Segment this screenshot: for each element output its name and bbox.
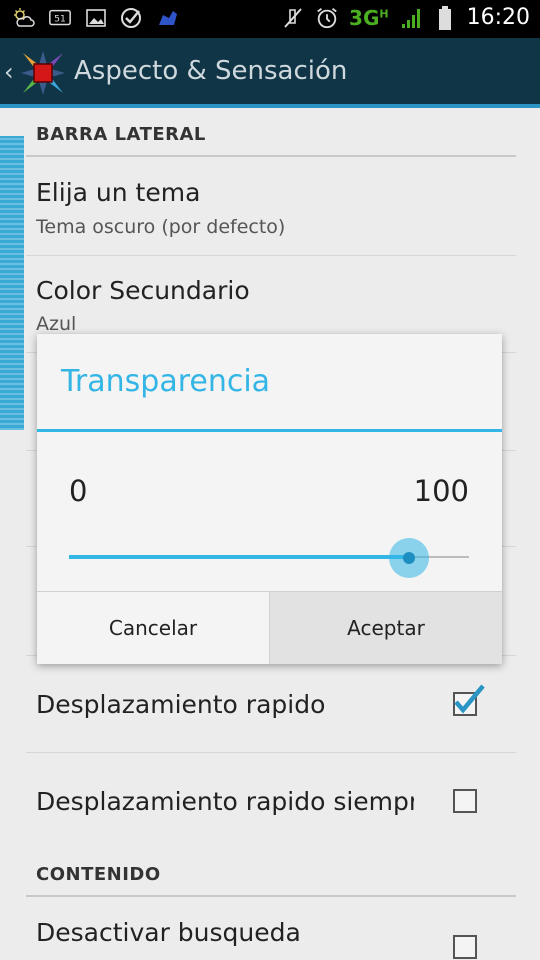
slider-fill (69, 555, 409, 559)
action-bar-accent-line (0, 104, 540, 108)
alarm-icon (315, 6, 339, 30)
divider (26, 255, 516, 256)
pref-title: Color Secundario (36, 276, 250, 305)
status-time: 16:20 (466, 5, 530, 30)
back-chevron-icon[interactable]: ‹ (4, 58, 14, 86)
app-logo-icon[interactable] (18, 48, 68, 98)
pref-summary: Tema oscuro (por defecto) (36, 216, 286, 238)
image-icon (84, 6, 108, 30)
svg-text:51: 51 (54, 14, 66, 25)
slider-min-label: 0 (69, 474, 88, 508)
checkmark-icon (454, 684, 485, 714)
accept-button[interactable]: Aceptar (270, 592, 502, 664)
weather-icon (12, 6, 36, 30)
action-bar-title: Aspecto & Sensación (74, 56, 348, 86)
category-divider (26, 155, 516, 157)
fast-scroll-checkbox[interactable] (453, 684, 485, 716)
category-header-sidebar: BARRA LATERAL (36, 124, 206, 145)
transparency-slider[interactable] (69, 536, 469, 580)
pref-summary: Azul (36, 313, 77, 335)
dialog-title: Transparencia (61, 364, 271, 399)
mute-icon (281, 6, 305, 30)
network-type: 3GH (349, 5, 389, 30)
cancel-button[interactable]: Cancelar (37, 592, 270, 664)
action-bar: ‹ Aspecto & Sensación (0, 38, 540, 108)
dialog-title-divider (37, 429, 502, 432)
category-header-content: CONTENIDO (36, 864, 161, 885)
disable-search-checkbox[interactable] (453, 935, 477, 959)
slider-max-label: 100 (413, 474, 469, 508)
dialog-button-bar: Cancelar Aceptar (37, 591, 502, 664)
status-icons-right: 3GH 16:20 (281, 5, 530, 30)
status-bar: 51 3GH 16:20 (0, 0, 540, 38)
transparency-dialog: Transparencia 0 100 Cancelar Aceptar (37, 334, 502, 664)
pref-title: Desplazamiento rapido siempre (36, 787, 414, 816)
status-icons-left: 51 (12, 6, 180, 30)
slider-thumb[interactable] (403, 552, 415, 564)
fast-scroll-always-checkbox[interactable] (453, 789, 477, 813)
pref-title: Desactivar busqueda (36, 918, 301, 947)
pref-title: Elija un tema (36, 178, 201, 207)
notification-51-icon: 51 (48, 6, 72, 30)
check-circle-icon (120, 6, 144, 30)
app-icon (156, 6, 180, 30)
signal-icon (399, 6, 423, 30)
pref-title: Desplazamiento rapido (36, 690, 326, 719)
category-divider (26, 895, 516, 897)
sidebar-drag-handle[interactable] (0, 136, 24, 430)
divider (26, 752, 516, 753)
battery-icon (433, 5, 457, 30)
